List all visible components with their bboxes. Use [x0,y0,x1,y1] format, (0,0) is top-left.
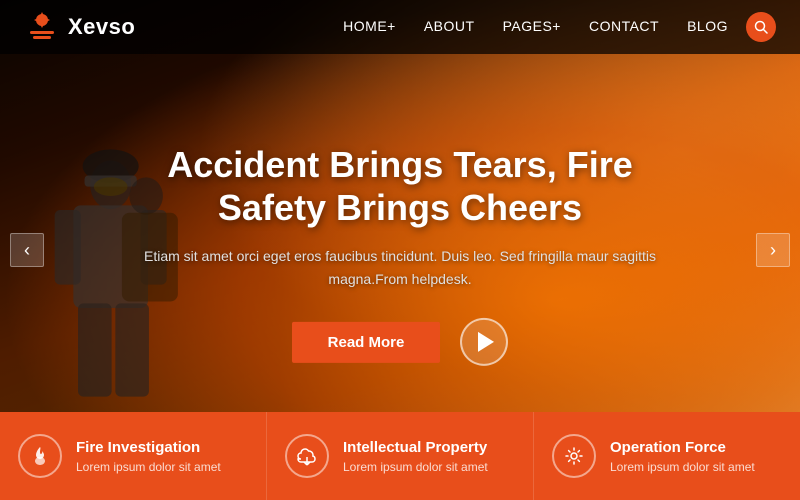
nav-item-home[interactable]: HOME+ [343,18,396,36]
card-desc-op: Lorem ipsum dolor sit amet [610,460,755,474]
card-text-op: Operation Force Lorem ipsum dolor sit am… [610,439,755,474]
card-icon-ip [285,434,329,478]
card-title-ip: Intellectual Property [343,439,488,456]
play-button[interactable] [460,318,508,366]
card-text-fire: Fire Investigation Lorem ipsum dolor sit… [76,439,221,474]
card-icon-op [552,434,596,478]
nav-item-pages[interactable]: PAGES+ [503,18,561,36]
gear-icon [563,445,585,467]
slider-arrow-left[interactable]: ‹ [10,233,44,267]
card-desc-ip: Lorem ipsum dolor sit amet [343,460,488,474]
card-title-op: Operation Force [610,439,755,456]
bottom-cards: Fire Investigation Lorem ipsum dolor sit… [0,412,800,500]
fire-icon [29,445,51,467]
card-intellectual-property: Intellectual Property Lorem ipsum dolor … [267,412,534,500]
hero-title: Accident Brings Tears, Fire Safety Bring… [120,143,680,229]
card-text-ip: Intellectual Property Lorem ipsum dolor … [343,439,488,474]
hero-section: Xevso HOME+ ABOUT PAGES+ CONTACT BLOG ‹ … [0,0,800,500]
navbar: Xevso HOME+ ABOUT PAGES+ CONTACT BLOG [0,0,800,54]
card-operation-force: Operation Force Lorem ipsum dolor sit am… [534,412,800,500]
nav-item-blog[interactable]: BLOG [687,18,728,36]
read-more-button[interactable]: Read More [292,322,441,363]
card-desc-fire: Lorem ipsum dolor sit amet [76,460,221,474]
nav-item-about[interactable]: ABOUT [424,18,475,36]
card-fire-investigation: Fire Investigation Lorem ipsum dolor sit… [0,412,267,500]
card-title-fire: Fire Investigation [76,439,221,456]
search-button[interactable] [746,12,776,42]
logo-area: Xevso [24,9,135,45]
card-icon-fire [18,434,62,478]
search-icon [754,20,768,34]
cloud-icon [296,445,318,467]
brand-name: Xevso [68,14,135,40]
hero-actions: Read More [120,318,680,366]
nav-item-contact[interactable]: CONTACT [589,18,659,36]
hero-content: Accident Brings Tears, Fire Safety Bring… [120,143,680,366]
nav-links: HOME+ ABOUT PAGES+ CONTACT BLOG [343,18,728,36]
logo-icon [24,9,60,45]
slider-arrow-right[interactable]: › [756,233,790,267]
hero-subtitle: Etiam sit amet orci eget eros faucibus t… [120,245,680,290]
